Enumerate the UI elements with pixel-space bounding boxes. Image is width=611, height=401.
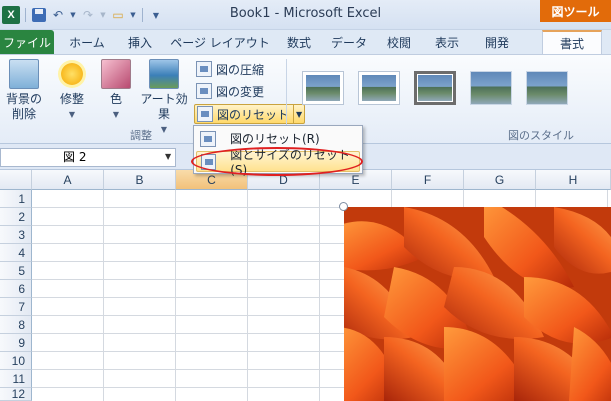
color-icon [101, 59, 131, 89]
ribbon-tabs: ファイル ホーム 挿入 ページ レイアウト 数式 データ 校閲 表示 開発 書式 [0, 30, 611, 55]
chevron-down-icon: ▼ [68, 110, 76, 119]
remove-background-button[interactable]: 背景の 削除 [4, 59, 44, 122]
style-thumbnail[interactable] [302, 71, 344, 105]
picture-styles-gallery [290, 59, 611, 125]
tab-developer[interactable]: 開発 [474, 30, 520, 54]
change-picture-icon [196, 83, 212, 99]
picture-tools-header: 図ツール [540, 0, 611, 22]
remove-background-label: 背景の 削除 [5, 92, 42, 121]
tab-data[interactable]: データ [326, 30, 372, 54]
tab-file[interactable]: ファイル [0, 30, 54, 54]
row-header[interactable]: 12 [0, 387, 32, 401]
menu-item-label: 図のリセット(R) [230, 132, 320, 146]
reset-picture-icon [197, 106, 213, 122]
reset-picture-size-icon [201, 153, 217, 170]
remove-background-icon [9, 59, 39, 89]
column-header[interactable]: G [464, 170, 536, 190]
compress-pictures-button[interactable]: 図の圧縮 [196, 59, 264, 79]
reset-picture-menu: 図のリセット(R) 図とサイズのリセット(S) [193, 125, 363, 177]
picture-styles-group-label: 図のスタイル [508, 129, 574, 142]
row-header[interactable]: 2 [0, 208, 32, 226]
flower-petals-image [344, 207, 611, 401]
tab-view[interactable]: 表示 [426, 30, 468, 54]
resize-handle[interactable] [339, 202, 348, 211]
tab-home[interactable]: ホーム [62, 30, 112, 54]
row-header[interactable]: 1 [0, 190, 32, 208]
row-header[interactable]: 10 [0, 352, 32, 370]
reset-picture-icon [200, 130, 216, 147]
color-button[interactable]: 色 ▼ [98, 59, 134, 122]
row-header[interactable]: 9 [0, 334, 32, 352]
tab-format[interactable]: 書式 [542, 30, 602, 55]
style-thumbnail[interactable] [470, 71, 512, 105]
artistic-effects-label: アート効果 [140, 92, 188, 121]
window-title: Book1 - Microsoft Excel [229, 6, 382, 21]
column-header[interactable]: A [32, 170, 104, 190]
tab-page-layout[interactable]: ページ レイアウト [168, 30, 272, 54]
style-thumbnail[interactable] [414, 71, 456, 105]
row-header[interactable]: 7 [0, 298, 32, 316]
sun-icon [61, 63, 83, 85]
chevron-down-icon: ▼ [112, 110, 120, 119]
tab-review[interactable]: 校閲 [378, 30, 420, 54]
corrections-label: 修整 [59, 92, 84, 106]
change-picture-label: 図の変更 [216, 84, 265, 99]
tab-insert[interactable]: 挿入 [118, 30, 162, 54]
column-header[interactable]: B [104, 170, 176, 190]
row-header[interactable]: 8 [0, 316, 32, 334]
column-header[interactable]: H [536, 170, 611, 190]
select-all-corner[interactable] [0, 170, 32, 190]
tab-formulas[interactable]: 数式 [278, 30, 320, 54]
style-thumbnail[interactable] [526, 71, 568, 105]
chevron-down-icon[interactable]: ▼ [165, 152, 171, 161]
row-header[interactable]: 11 [0, 370, 32, 388]
adjust-group-label: 調整 [130, 129, 152, 142]
style-thumbnail[interactable] [358, 71, 400, 105]
menu-item-reset-picture-and-size[interactable]: 図とサイズのリセット(S) [196, 148, 360, 177]
row-header[interactable]: 4 [0, 244, 32, 262]
change-picture-button[interactable]: 図の変更 [196, 81, 264, 101]
artistic-effects-icon [149, 59, 179, 89]
row-header[interactable]: 3 [0, 226, 32, 244]
row-header[interactable]: 6 [0, 280, 32, 298]
corrections-button[interactable]: 修整 ▼ [52, 59, 92, 122]
title-bar: X ↶ ▼ ↷ ▼ ▭ ▼ ▼ Book1 - Microsoft Excel … [0, 0, 611, 30]
menu-item-label: 図とサイズのリセット(S) [230, 148, 350, 177]
column-header[interactable]: F [392, 170, 464, 190]
reset-picture-button[interactable]: 図のリセット ▼ [194, 104, 306, 124]
compress-icon [196, 61, 212, 77]
row-header[interactable]: 5 [0, 262, 32, 280]
inserted-picture[interactable] [344, 207, 611, 401]
name-box[interactable]: 図 2 [0, 148, 176, 167]
compress-label: 図の圧縮 [216, 62, 265, 77]
color-label: 色 [109, 92, 122, 106]
reset-picture-label: 図のリセット [217, 107, 290, 122]
artistic-effects-button[interactable]: アート効果 ▼ [136, 59, 192, 137]
